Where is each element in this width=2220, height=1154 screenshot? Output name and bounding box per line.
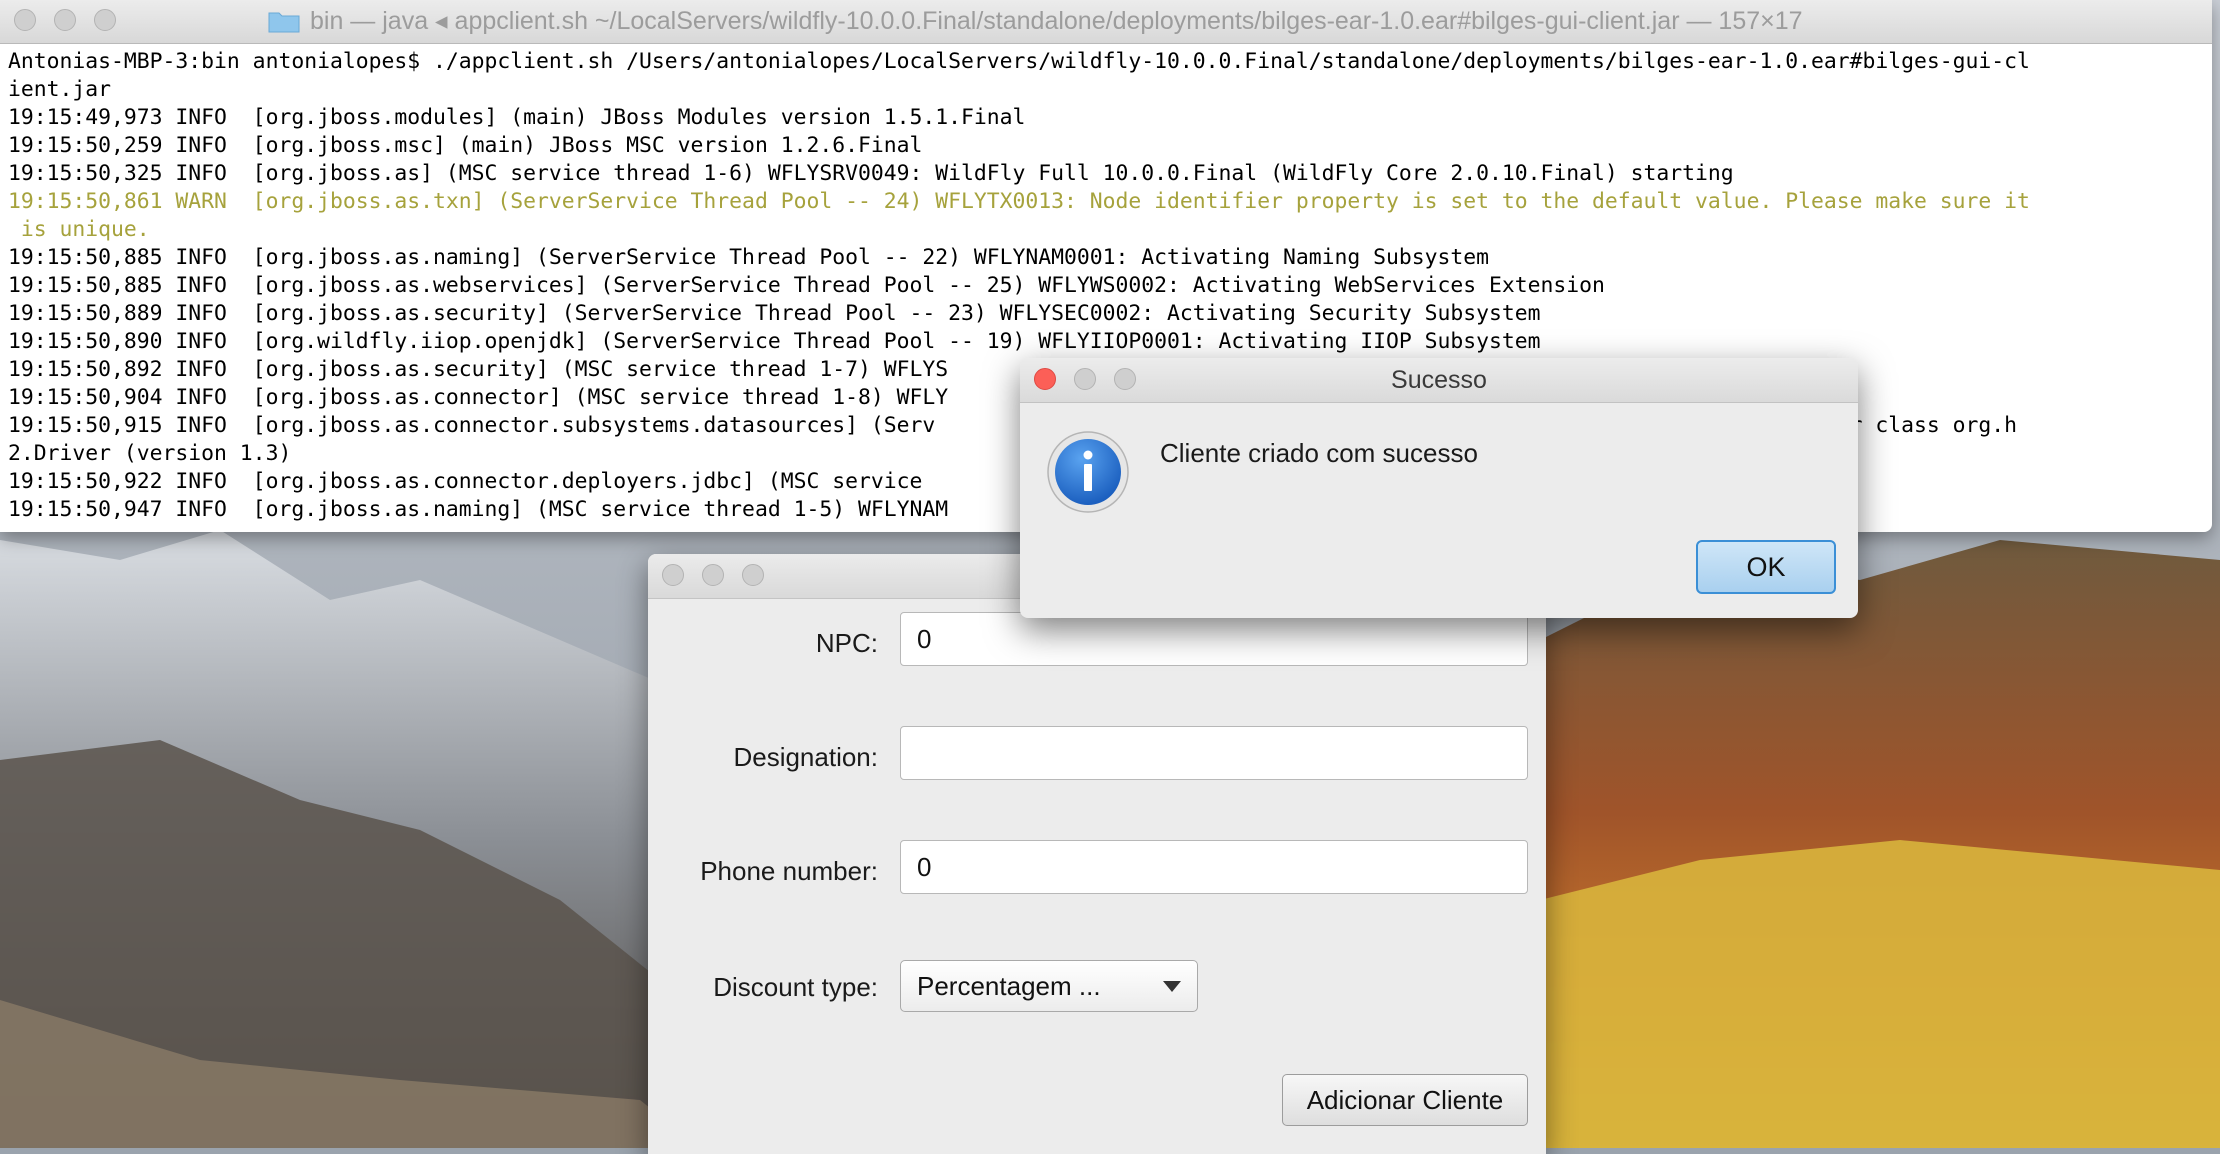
terminal-title: bin — java ◂ appclient.sh ~/LocalServers… xyxy=(310,7,1803,35)
phone-number-field[interactable]: 0 xyxy=(900,840,1528,894)
dialog-message: Cliente criado com sucesso xyxy=(1160,438,1478,468)
minimize-window-button[interactable] xyxy=(54,9,76,31)
close-window-button[interactable] xyxy=(662,564,684,586)
terminal-line: 19:15:50,889 INFO [org.jboss.as.security… xyxy=(8,301,1541,326)
info-icon xyxy=(1047,431,1129,513)
terminal-line: 19:15:50,325 INFO [org.jboss.as] (MSC se… xyxy=(8,161,1734,186)
discount-type-value: Percentagem ... xyxy=(917,971,1101,1001)
terminal-line: ient.jar xyxy=(8,77,112,102)
terminal-line: 19:15:50,890 INFO [org.wildfly.iiop.open… xyxy=(8,329,1541,354)
folder-icon xyxy=(268,12,300,33)
terminal-line: 19:15:50,259 INFO [org.jboss.msc] (main)… xyxy=(8,133,923,158)
terminal-line: Antonias-MBP-3:bin antonialopes$ ./appcl… xyxy=(8,49,2030,74)
discount-type-label: Discount type: xyxy=(713,972,878,1002)
terminal-line: is unique. xyxy=(8,217,150,242)
minimize-window-button[interactable] xyxy=(702,564,724,586)
terminal-line: 19:15:50,885 INFO [org.jboss.as.naming] … xyxy=(8,245,1489,270)
ok-button[interactable]: OK xyxy=(1696,540,1836,594)
designation-label: Designation: xyxy=(733,742,878,772)
chevron-down-icon xyxy=(1163,981,1181,992)
zoom-window-button[interactable] xyxy=(94,9,116,31)
discount-type-select[interactable]: Percentagem ... xyxy=(900,960,1198,1012)
dialog-titlebar[interactable]: Sucesso xyxy=(1020,358,1858,403)
terminal-line: 19:15:50,885 INFO [org.jboss.as.webservi… xyxy=(8,273,1605,298)
zoom-window-button[interactable] xyxy=(742,564,764,586)
close-window-button[interactable] xyxy=(14,9,36,31)
client-form-window[interactable]: NPC: 0 Designation: Phone number: 0 Disc… xyxy=(648,554,1546,1154)
terminal-line: 19:15:49,973 INFO [org.jboss.modules] (m… xyxy=(8,105,1026,130)
terminal-titlebar[interactable]: bin — java ◂ appclient.sh ~/LocalServers… xyxy=(0,0,2212,44)
dialog-title: Sucesso xyxy=(1391,366,1487,394)
add-client-button[interactable]: Adicionar Cliente xyxy=(1282,1074,1528,1126)
success-dialog[interactable]: Sucesso Cliente criado com sucesso OK xyxy=(1020,358,1858,618)
designation-field[interactable] xyxy=(900,726,1528,780)
terminal-line: 19:15:50,861 WARN [org.jboss.as.txn] (Se… xyxy=(8,189,2030,214)
npc-field[interactable]: 0 xyxy=(900,612,1528,666)
phone-number-label: Phone number: xyxy=(700,856,878,886)
npc-label: NPC: xyxy=(815,628,878,658)
